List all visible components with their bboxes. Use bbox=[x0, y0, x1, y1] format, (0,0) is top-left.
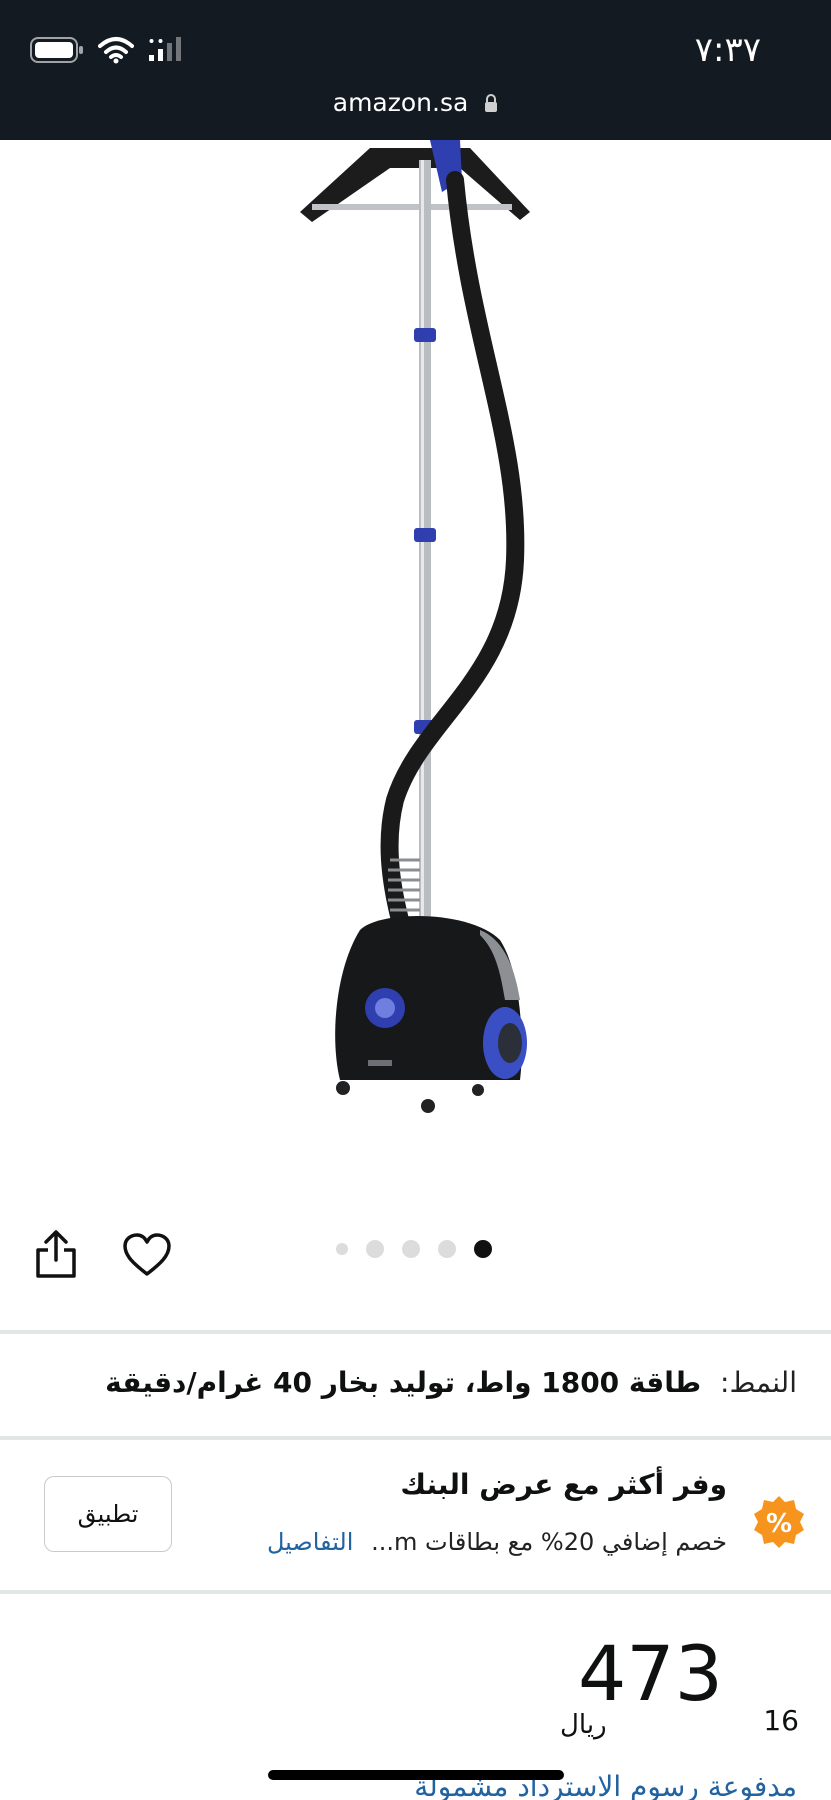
url-text[interactable]: amazon.sa bbox=[333, 88, 469, 117]
status-bar: ٧:٣٧ amazon.sa bbox=[0, 0, 831, 140]
price-whole: 473 bbox=[577, 1629, 723, 1718]
carousel-dot[interactable] bbox=[366, 1240, 384, 1258]
apply-offer-button[interactable]: تطبيق bbox=[44, 1476, 172, 1552]
carousel-dots[interactable] bbox=[336, 1240, 492, 1258]
offer-subtitle: خصم إضافي 20% مع بطاقات m... التفاصيل bbox=[267, 1528, 727, 1556]
divider bbox=[0, 1590, 831, 1594]
price: 473 16 bbox=[578, 1636, 799, 1738]
style-value: طاقة 1800 واط، توليد بخار 40 غرام/دقيقة bbox=[105, 1366, 702, 1399]
steamer-pole bbox=[419, 160, 431, 950]
divider bbox=[0, 1436, 831, 1440]
price-fraction: 16 bbox=[763, 1704, 799, 1737]
style-selector[interactable]: النمط: طاقة 1800 واط، توليد بخار 40 غرام… bbox=[105, 1366, 797, 1399]
offer-description: خصم إضافي 20% مع بطاقات m... bbox=[371, 1528, 727, 1556]
carousel-dot[interactable] bbox=[402, 1240, 420, 1258]
carousel-dot-active[interactable] bbox=[474, 1240, 492, 1258]
divider bbox=[0, 1330, 831, 1334]
share-icon[interactable] bbox=[34, 1228, 78, 1280]
carousel-dot[interactable] bbox=[438, 1240, 456, 1258]
style-label: النمط: bbox=[720, 1366, 797, 1399]
carousel-dot[interactable] bbox=[336, 1243, 348, 1255]
clock: ٧:٣٧ bbox=[694, 30, 761, 70]
battery-icon bbox=[30, 37, 83, 63]
address-bar[interactable]: amazon.sa bbox=[0, 88, 831, 117]
product-image[interactable] bbox=[0, 140, 831, 1180]
lock-icon bbox=[485, 94, 498, 112]
status-icons bbox=[30, 36, 186, 64]
badge-symbol: % bbox=[766, 1509, 792, 1539]
hanger bbox=[300, 148, 530, 222]
hanger-bar bbox=[312, 204, 512, 210]
price-currency: ريال bbox=[560, 1710, 607, 1740]
offer-title: وفر أكثر مع عرض البنك bbox=[400, 1468, 727, 1501]
signal-icon bbox=[149, 37, 181, 61]
offer-details-link[interactable]: التفاصيل bbox=[267, 1528, 353, 1556]
discount-badge-icon: % bbox=[754, 1496, 804, 1548]
home-indicator[interactable] bbox=[268, 1770, 564, 1780]
wifi-icon bbox=[98, 37, 134, 64]
steam-hose bbox=[380, 171, 525, 929]
heart-icon[interactable] bbox=[122, 1232, 172, 1278]
